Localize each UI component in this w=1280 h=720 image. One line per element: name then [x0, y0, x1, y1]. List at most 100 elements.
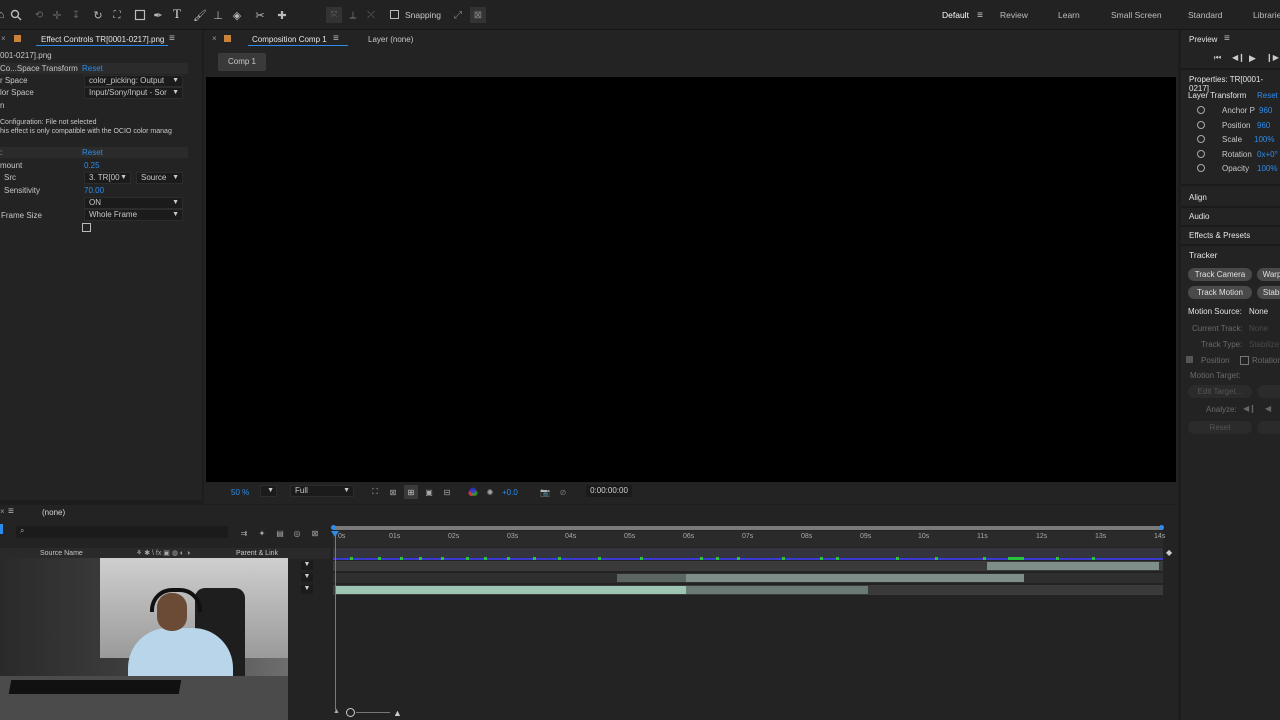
align-local-icon[interactable]: ⤧ [326, 7, 342, 23]
next-frame-icon[interactable]: ❙▶ [1266, 53, 1279, 62]
workspace-standard[interactable]: Standard [1188, 10, 1223, 20]
layer-row[interactable]: ▼ [288, 561, 330, 571]
zoom-dropdown[interactable]: ▼ [260, 485, 277, 497]
prev-frame-icon[interactable]: ◀❙ [1232, 53, 1245, 62]
time-indicator-line[interactable] [335, 531, 336, 710]
effect2-reset-link[interactable]: Reset [82, 148, 103, 157]
options-button[interactable] [1257, 385, 1280, 398]
resolution-dropdown[interactable]: Full ▼ [290, 485, 354, 497]
axis-icon[interactable]: ⟂ [346, 8, 360, 22]
lock-icon[interactable] [224, 35, 231, 42]
work-area-end-handle[interactable] [1159, 525, 1164, 530]
layer-bar-1[interactable] [987, 562, 1159, 570]
apply-button[interactable] [1257, 421, 1280, 434]
warp-stabilizer-button[interactable]: Warp [1257, 268, 1280, 281]
effects-presets-label[interactable]: Effects & Presets [1189, 231, 1250, 240]
reset-tracker-button[interactable]: Reset [1188, 421, 1252, 434]
layer-bar-3a[interactable] [336, 586, 686, 594]
effect-reset-link[interactable]: Reset [82, 64, 103, 73]
snapshot-icon[interactable]: 📷 [538, 485, 552, 499]
zoom-out-icon[interactable]: ▲ [333, 708, 340, 715]
option-checkbox[interactable] [82, 223, 91, 232]
panel-menu-icon[interactable]: ≡ [169, 33, 175, 44]
src-source-dropdown[interactable]: Source ▼ [136, 172, 183, 184]
snap-edges-icon[interactable]: ⤢ [451, 8, 465, 22]
preview-label[interactable]: Preview [1189, 35, 1217, 44]
workspace-default[interactable]: Default [942, 10, 969, 20]
panel-menu-icon[interactable]: ≡ [333, 33, 339, 44]
track-motion-button[interactable]: Track Motion [1188, 286, 1252, 299]
keyframe-nav-icon[interactable]: ◆ [1166, 548, 1172, 557]
zoom-slider-track[interactable] [356, 712, 390, 713]
transform-reset-link[interactable]: Reset [1257, 91, 1278, 100]
out-space-dropdown[interactable]: Input/Sony/Input - Sor ▼ [84, 87, 183, 99]
zoom-slider-knob[interactable] [346, 708, 355, 717]
in-space-dropdown[interactable]: color_picking: Output ▼ [84, 75, 183, 87]
comp-breadcrumb[interactable]: Comp 1 [218, 53, 266, 71]
align-panel-label[interactable]: Align [1189, 193, 1207, 202]
anchor-tool-icon[interactable]: ⛶ [110, 8, 124, 22]
rotation-checkbox[interactable] [1240, 356, 1249, 365]
anchor-value[interactable]: 960 [1259, 106, 1272, 115]
position-value[interactable]: 960 [1257, 121, 1270, 130]
scale-value[interactable]: 100% [1254, 135, 1274, 144]
first-frame-icon[interactable]: ⏮ [1214, 53, 1221, 63]
zoom-tool-icon[interactable] [9, 8, 23, 22]
stabilize-motion-button[interactable]: Stabi [1257, 286, 1280, 299]
tracker-label[interactable]: Tracker [1189, 250, 1218, 260]
show-snapshot-icon[interactable]: ⊘ [556, 485, 570, 499]
type-tool-icon[interactable]: T [170, 6, 184, 21]
stopwatch-icon[interactable] [1197, 121, 1205, 129]
channel-icon[interactable] [466, 485, 480, 499]
layer-tab[interactable]: Layer (none) [368, 35, 413, 44]
home-icon[interactable]: ⌂ [0, 8, 8, 22]
work-area-bar[interactable] [333, 526, 1163, 530]
eraser-tool-icon[interactable]: ◈ [230, 8, 244, 22]
position-checkbox[interactable] [1186, 356, 1193, 363]
layer-bar-3b[interactable] [686, 586, 868, 594]
clone-tool-icon[interactable]: ⊥ [211, 8, 225, 22]
chevron-down-icon[interactable]: ▼ [301, 561, 313, 570]
workspace-small-screen[interactable]: Small Screen [1111, 10, 1162, 20]
analyze-back-icon[interactable]: ◀❙ [1243, 404, 1256, 413]
roto-tool-icon[interactable]: ✂ [253, 8, 267, 22]
zoom-value[interactable]: 50 % [231, 488, 249, 497]
transparency-grid-icon[interactable]: ⊠ [386, 485, 400, 499]
view-axis-icon[interactable]: ⤬ [364, 8, 378, 22]
src-layer-dropdown[interactable]: 3. TR[00 ▼ [84, 172, 131, 184]
snapping-checkbox[interactable] [390, 10, 399, 19]
close-icon[interactable]: × [1, 34, 6, 43]
motion-blur-icon[interactable]: ◎ [290, 526, 304, 540]
puppet-tool-icon[interactable]: ✚ [275, 8, 289, 22]
edit-target-button[interactable]: Edit Target... [1188, 385, 1252, 398]
snap-features-icon[interactable]: ⊠ [470, 7, 486, 23]
fit-icon[interactable]: ⛶ [368, 485, 382, 499]
brush-tool-icon[interactable]: 🖌 [193, 8, 207, 22]
stopwatch-icon[interactable] [1197, 135, 1205, 143]
layer-row[interactable]: ▼ [288, 573, 330, 583]
stopwatch-icon[interactable] [1197, 150, 1205, 158]
frame-blending-icon[interactable]: ▤ [273, 526, 287, 540]
amount-value[interactable]: 0.25 [84, 161, 100, 170]
panel-menu-icon[interactable]: ≡ [1224, 33, 1230, 44]
chevron-down-icon[interactable]: ▼ [301, 573, 313, 582]
play-icon[interactable]: ▶ [1249, 53, 1256, 64]
pen-tool-icon[interactable]: ✒ [151, 8, 165, 22]
mask-toggle-icon[interactable]: ⊞ [404, 485, 418, 499]
motion-source-value[interactable]: None [1249, 307, 1268, 316]
sensitivity-value[interactable]: 70.00 [84, 186, 104, 195]
workspace-libraries[interactable]: Librarie [1253, 10, 1280, 20]
draft-3d-icon[interactable]: ✦ [255, 526, 269, 540]
workspace-menu-icon[interactable]: ≡ [973, 8, 987, 22]
viewer-canvas[interactable] [206, 77, 1176, 482]
orbit-tool-icon[interactable]: ⟲ [32, 8, 46, 22]
track-camera-button[interactable]: Track Camera [1188, 268, 1252, 281]
panel-menu-icon[interactable]: ≡ [8, 506, 14, 517]
stopwatch-icon[interactable] [1197, 164, 1205, 172]
chevron-down-icon[interactable]: ▼ [301, 585, 313, 594]
graph-editor-icon[interactable]: ⊠ [308, 526, 322, 540]
guides-icon[interactable]: ⊟ [440, 485, 454, 499]
rect-tool-icon[interactable] [133, 8, 147, 22]
rotate-tool-icon[interactable]: ↻ [91, 8, 105, 22]
composition-tab[interactable]: Composition Comp 1 [252, 35, 327, 44]
